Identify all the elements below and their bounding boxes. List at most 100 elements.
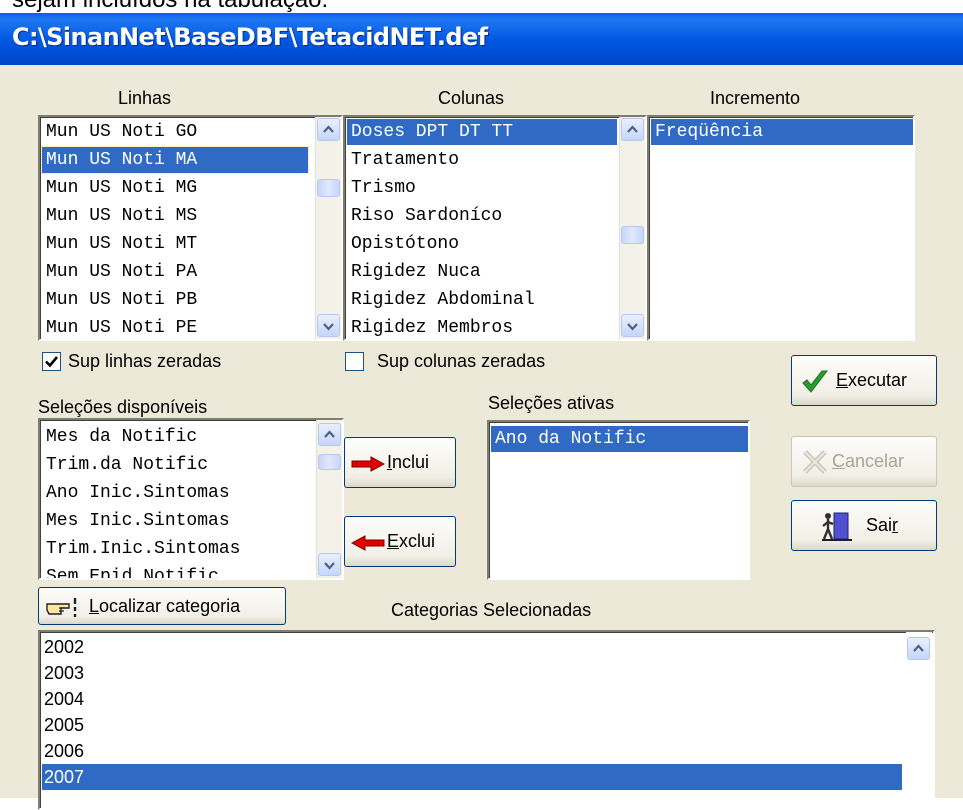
list-item[interactable]: Rigidez Nuca (347, 259, 481, 285)
selecoes-disponiveis-listbox[interactable]: Mes da Notific Trim.da Notific Ano Inic.… (38, 418, 344, 580)
list-item[interactable]: Sem.Epid.Notific (42, 564, 219, 578)
list-item[interactable]: Trismo (347, 175, 416, 201)
linhas-listbox[interactable]: Mun US Noti GO Mun US Noti MA Mun US Not… (38, 115, 343, 341)
categorias-selecionadas-label: Categorias Selecionadas (391, 600, 592, 620)
executar-button[interactable]: Executar (791, 355, 937, 406)
list-item-selected[interactable]: 2007 (42, 764, 902, 790)
list-item[interactable]: Mes Inic.Sintomas (42, 508, 230, 534)
list-item[interactable]: 2003 (42, 660, 84, 686)
exclui-accel: E (387, 531, 400, 551)
cancelar-accel: C (832, 451, 845, 471)
localizar-label: Localizar categoria (89, 596, 240, 617)
sup-colunas-label[interactable]: Sup colunas zeradas (377, 351, 545, 372)
inclui-label: Inclui (387, 452, 429, 473)
exit-door-icon (822, 512, 852, 541)
linhas-label: Linhas (118, 88, 172, 108)
list-item[interactable]: 2006 (42, 738, 84, 764)
scroll-down-button[interactable] (317, 314, 340, 337)
scroll-up-button[interactable] (621, 118, 644, 141)
localizar-accel: L (89, 596, 100, 616)
selecoes-disponiveis-label: Seleções disponíveis (38, 397, 208, 417)
chevron-up-icon (913, 644, 924, 652)
list-item[interactable]: Mun US Noti MG (42, 175, 197, 201)
chevron-down-icon (627, 323, 638, 331)
list-item[interactable]: Mun US Noti MS (42, 203, 197, 229)
window-title: C:\SinanNet\BaseDBF\TetacidNET.def (12, 23, 488, 51)
colunas-listbox[interactable]: Doses DPT DT TT Tratamento Trismo Riso S… (343, 115, 647, 341)
list-item[interactable]: 2004 (42, 686, 84, 712)
chevron-up-icon (324, 430, 335, 438)
arrow-left-icon (351, 535, 385, 551)
sair-button[interactable]: Sair (791, 500, 937, 551)
categorias-listbox[interactable]: 2002 2003 2004 2005 2006 2007 (38, 630, 935, 810)
list-item[interactable]: 2005 (42, 712, 84, 738)
scroll-up-button[interactable] (318, 423, 341, 446)
list-item-selected[interactable]: Mun US Noti MA (41, 146, 309, 174)
exclui-label-post: xclui (399, 531, 436, 551)
list-item[interactable]: Trim.Inic.Sintomas (42, 536, 240, 562)
list-item[interactable]: Mes da Notific (42, 424, 197, 450)
chevron-up-icon (323, 125, 334, 133)
list-item-selected[interactable]: Doses DPT DT TT (347, 119, 617, 145)
list-item[interactable]: Mun US Noti PB (42, 287, 197, 313)
list-item[interactable]: Rigidez Abdominal (347, 287, 535, 313)
categorias-scrollbar[interactable] (906, 632, 932, 808)
arrow-right-icon (351, 456, 385, 472)
checkmark-icon (45, 356, 59, 368)
pointing-hand-icon (46, 598, 77, 617)
list-item[interactable]: Ano Inic.Sintomas (42, 480, 230, 506)
check-icon (802, 370, 829, 393)
exclui-button[interactable]: Exclui (344, 516, 456, 567)
scroll-down-button[interactable] (318, 553, 341, 576)
chevron-down-icon (323, 323, 334, 331)
sup-linhas-checkbox[interactable] (42, 352, 61, 371)
colunas-label: Colunas (438, 88, 505, 108)
linhas-scrollbar[interactable] (315, 117, 341, 339)
sair-label: Sair (866, 515, 898, 536)
list-item[interactable]: Opistótono (347, 231, 459, 257)
cancelar-label: Cancelar (832, 451, 904, 472)
incremento-listbox[interactable]: Freqüência (647, 115, 915, 341)
cancelar-button[interactable]: Cancelar (791, 436, 937, 487)
chevron-up-icon (627, 125, 638, 133)
list-item[interactable]: 2002 (42, 634, 84, 660)
list-item-selected[interactable]: Freqüência (651, 119, 913, 145)
scroll-thumb[interactable] (621, 226, 644, 244)
selecoes-ativas-listbox[interactable]: Ano da Notific (487, 420, 750, 580)
list-item[interactable]: Mun US Noti PE (42, 315, 197, 339)
chevron-down-icon (324, 562, 335, 570)
list-item[interactable]: Tratamento (347, 147, 459, 173)
document-text: sejam incluídos na tabulação: (12, 0, 328, 14)
list-item-selected[interactable]: Ano da Notific (491, 426, 748, 452)
sup-linhas-label[interactable]: Sup linhas zeradas (68, 351, 221, 372)
list-item[interactable]: Riso Sardoníco (347, 203, 502, 229)
executar-label: Executar (836, 370, 907, 391)
executar-label-post: xecutar (848, 370, 908, 390)
scroll-up-button[interactable] (317, 118, 340, 141)
list-item[interactable]: Rigidez Membros (347, 315, 513, 339)
cancelar-label-post: ancelar (845, 451, 905, 471)
inclui-button[interactable]: Inclui (344, 437, 456, 488)
selecoes-scrollbar[interactable] (316, 420, 342, 578)
exclui-label: Exclui (387, 531, 435, 552)
sair-label-pre: Sai (866, 515, 893, 535)
incremento-label: Incremento (710, 88, 801, 108)
localizar-label-post: ocalizar categoria (99, 596, 241, 616)
executar-accel: E (836, 370, 849, 390)
sair-accel: r (892, 515, 899, 535)
scroll-thumb[interactable] (317, 179, 340, 197)
list-item[interactable]: Trim.da Notific (42, 452, 208, 478)
selecoes-ativas-label: Seleções ativas (488, 393, 615, 413)
list-item[interactable]: Mun US Noti MT (42, 231, 197, 257)
x-icon (803, 450, 827, 474)
scroll-thumb[interactable] (318, 454, 341, 470)
scroll-up-button[interactable] (907, 637, 930, 660)
inclui-label-post: nclui (392, 452, 430, 472)
list-item[interactable]: Mun US Noti GO (42, 119, 197, 145)
colunas-scrollbar[interactable] (619, 117, 645, 339)
scroll-down-button[interactable] (621, 314, 644, 337)
list-item[interactable]: Mun US Noti PA (42, 259, 197, 285)
title-bar[interactable]: C:\SinanNet\BaseDBF\TetacidNET.def (0, 13, 963, 65)
localizar-categoria-button[interactable]: Localizar categoria (38, 587, 286, 625)
sup-colunas-checkbox[interactable] (345, 352, 364, 371)
